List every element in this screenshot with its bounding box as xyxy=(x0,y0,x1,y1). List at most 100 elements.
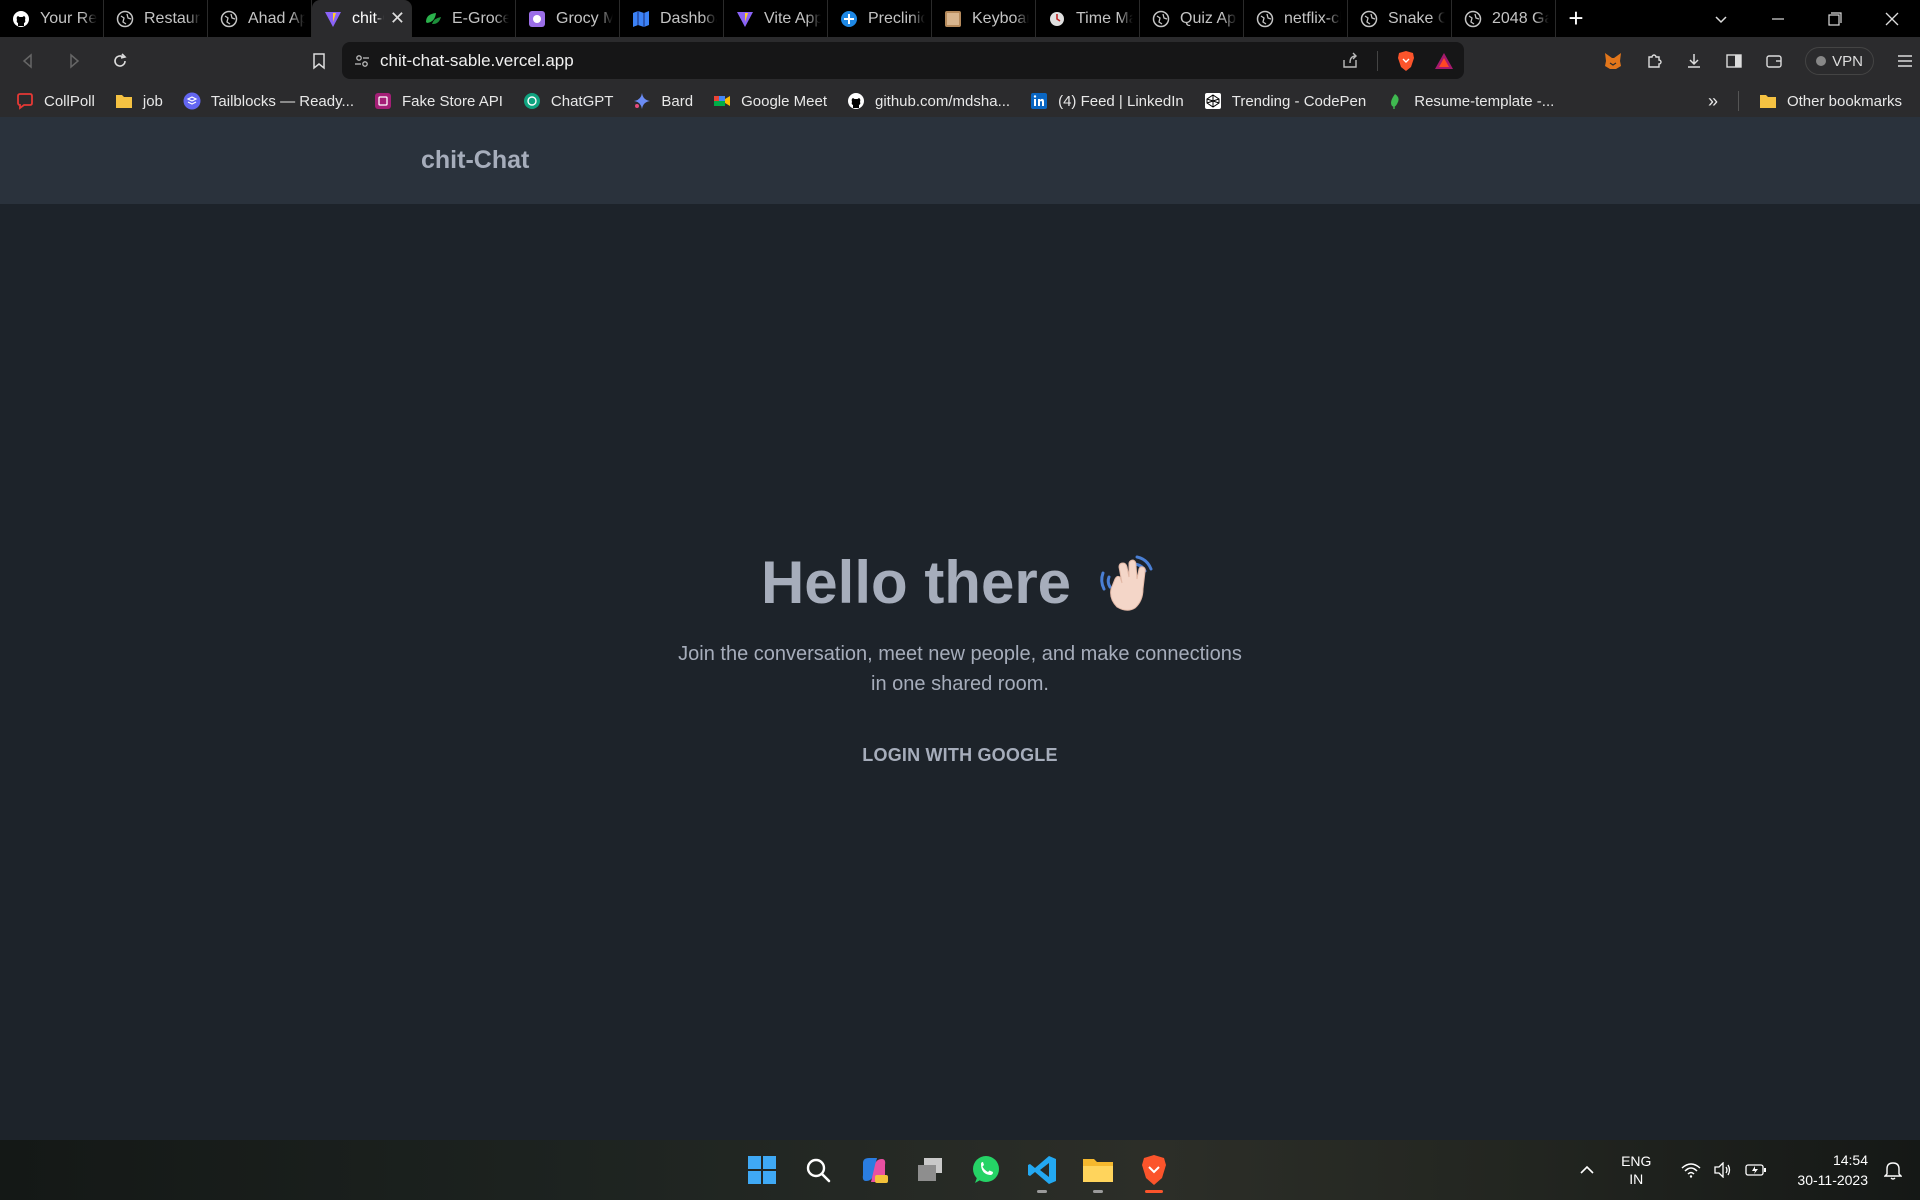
notifications-bell-icon[interactable] xyxy=(1884,1160,1902,1180)
bookmark-item[interactable]: github.com/mdsha... xyxy=(847,92,1010,110)
tab[interactable]: Dashboard xyxy=(620,0,724,37)
bookmark-label: Resume-template -... xyxy=(1414,92,1555,110)
bookmark-page-icon[interactable] xyxy=(299,41,339,81)
globe-icon xyxy=(1256,10,1274,28)
share-icon[interactable] xyxy=(1341,52,1359,70)
hero-title: Hello there xyxy=(761,548,1159,617)
bookmark-item[interactable]: Bard xyxy=(633,92,693,110)
sidebar-toggle-icon[interactable] xyxy=(1725,52,1743,70)
running-indicator xyxy=(1093,1190,1103,1193)
running-indicator xyxy=(1145,1190,1163,1193)
battery-charging-icon[interactable] xyxy=(1745,1163,1767,1177)
windows-start-icon[interactable] xyxy=(745,1153,779,1187)
bookmark-label: (4) Feed | LinkedIn xyxy=(1058,92,1184,110)
close-tab-icon[interactable]: ✕ xyxy=(390,8,405,29)
minimize-icon[interactable] xyxy=(1749,0,1806,37)
bookmark-item[interactable]: Trending - CodePen xyxy=(1204,92,1366,110)
tab[interactable]: Time Machine xyxy=(1036,0,1140,37)
github-icon xyxy=(847,92,865,110)
tab[interactable]: Quiz App xyxy=(1140,0,1244,37)
tab[interactable]: Snake Game xyxy=(1348,0,1452,37)
other-bookmarks-folder[interactable]: Other bookmarks xyxy=(1759,92,1902,110)
bookmarks-overflow-button[interactable]: » xyxy=(1708,91,1718,112)
new-tab-icon[interactable]: + xyxy=(1556,0,1596,37)
show-hidden-icons-chevron-icon[interactable] xyxy=(1579,1164,1595,1176)
bookmark-item[interactable]: Google Meet xyxy=(713,92,827,110)
bookmark-item[interactable]: ChatGPT xyxy=(523,92,613,110)
tab[interactable]: Restaurant xyxy=(104,0,208,37)
bookmark-item[interactable]: job xyxy=(115,92,163,110)
brand-logo-text[interactable]: chit-Chat xyxy=(421,146,529,175)
copilot-icon[interactable] xyxy=(857,1153,891,1187)
clock-time: 14:54 xyxy=(1832,1152,1868,1168)
wallet-icon[interactable] xyxy=(1765,52,1783,70)
tab[interactable]: netflix-clone xyxy=(1244,0,1348,37)
tab-title: Your Repositories xyxy=(40,9,97,27)
tab[interactable]: Your Repositories xyxy=(0,0,104,37)
tab-title: Snake Game xyxy=(1388,9,1445,27)
tab-title: Preclinic xyxy=(868,9,925,27)
chatgpt-icon xyxy=(523,92,541,110)
tab-search-chevron-icon[interactable] xyxy=(1692,0,1749,37)
globe-icon xyxy=(1152,10,1170,28)
tab-title: netflix-clone xyxy=(1284,9,1341,27)
brave-browser-icon[interactable] xyxy=(1137,1153,1171,1193)
tab[interactable]: E-Grocery xyxy=(412,0,516,37)
collpoll-icon xyxy=(16,92,34,110)
store-icon xyxy=(374,92,392,110)
close-window-icon[interactable] xyxy=(1863,0,1920,37)
bookmark-item[interactable]: (4) Feed | LinkedIn xyxy=(1030,92,1184,110)
url-text[interactable]: chit-chat-sable.vercel.app xyxy=(380,51,574,71)
back-icon[interactable] xyxy=(8,41,48,81)
vpn-button[interactable]: VPN xyxy=(1805,47,1874,75)
bookmark-item[interactable]: CollPoll xyxy=(16,92,95,110)
menu-icon[interactable] xyxy=(1896,52,1914,70)
file-explorer-icon[interactable] xyxy=(1081,1153,1115,1193)
whatsapp-icon[interactable] xyxy=(969,1153,1003,1187)
bookmark-item[interactable]: Resume-template -... xyxy=(1386,92,1554,110)
input-language[interactable]: ENG IN xyxy=(1621,1152,1651,1188)
browser-toolbar: chit-chat-sable.vercel.app VPN xyxy=(0,37,1920,85)
hero-description: Join the conversation, meet new people, … xyxy=(678,643,1242,695)
brave-shields-icon[interactable] xyxy=(1396,50,1416,72)
system-clock[interactable]: 14:54 30-11-2023 xyxy=(1797,1150,1868,1190)
bookmark-item[interactable]: Tailblocks — Ready... xyxy=(183,92,354,110)
site-info-icon[interactable] xyxy=(354,53,370,69)
metamask-fox-icon[interactable] xyxy=(1603,51,1623,71)
folder-icon xyxy=(115,92,133,110)
restore-icon[interactable] xyxy=(1806,0,1863,37)
address-bar[interactable]: chit-chat-sable.vercel.app xyxy=(342,42,1464,79)
tab-title: Dashboard xyxy=(660,9,717,27)
tab[interactable]: Preclinic xyxy=(828,0,932,37)
region-code: IN xyxy=(1629,1171,1644,1187)
brave-rewards-icon[interactable] xyxy=(1434,52,1454,70)
search-icon[interactable] xyxy=(801,1153,835,1187)
downloads-icon[interactable] xyxy=(1685,52,1703,70)
vscode-icon[interactable] xyxy=(1025,1153,1059,1193)
tab[interactable]: 2048 Game xyxy=(1452,0,1556,37)
taskbar-apps xyxy=(745,1140,1171,1200)
tab-title: Restaurant xyxy=(144,9,201,27)
login-with-google-button[interactable]: LOGIN WITH GOOGLE xyxy=(846,735,1073,776)
extensions-icon[interactable] xyxy=(1645,52,1663,70)
tab[interactable]: Grocy Mart xyxy=(516,0,620,37)
tab-title: Keyboard xyxy=(972,9,1029,27)
bookmarks-bar-right: » Other bookmarks xyxy=(1708,85,1902,117)
hero-title-text: Hello there xyxy=(760,549,1072,616)
time-icon xyxy=(1048,10,1066,28)
forward-icon[interactable] xyxy=(54,41,94,81)
tab[interactable]: Keyboard xyxy=(932,0,1036,37)
task-view-icon[interactable] xyxy=(913,1153,947,1187)
bard-icon xyxy=(633,92,651,110)
reload-icon[interactable] xyxy=(100,41,140,81)
bookmark-label: Tailblocks — Ready... xyxy=(210,92,354,110)
volume-icon[interactable] xyxy=(1713,1162,1733,1178)
tab[interactable]: Ahad App xyxy=(208,0,312,37)
wifi-icon[interactable] xyxy=(1681,1162,1701,1178)
tab-active[interactable]: chit-Chat ✕ xyxy=(312,0,412,37)
bookmark-item[interactable]: Fake Store API xyxy=(374,92,503,110)
github-icon xyxy=(12,10,30,28)
tab[interactable]: Vite App xyxy=(724,0,828,37)
tab-title: Vite App xyxy=(764,9,821,27)
bookmarks-divider xyxy=(1737,91,1739,111)
